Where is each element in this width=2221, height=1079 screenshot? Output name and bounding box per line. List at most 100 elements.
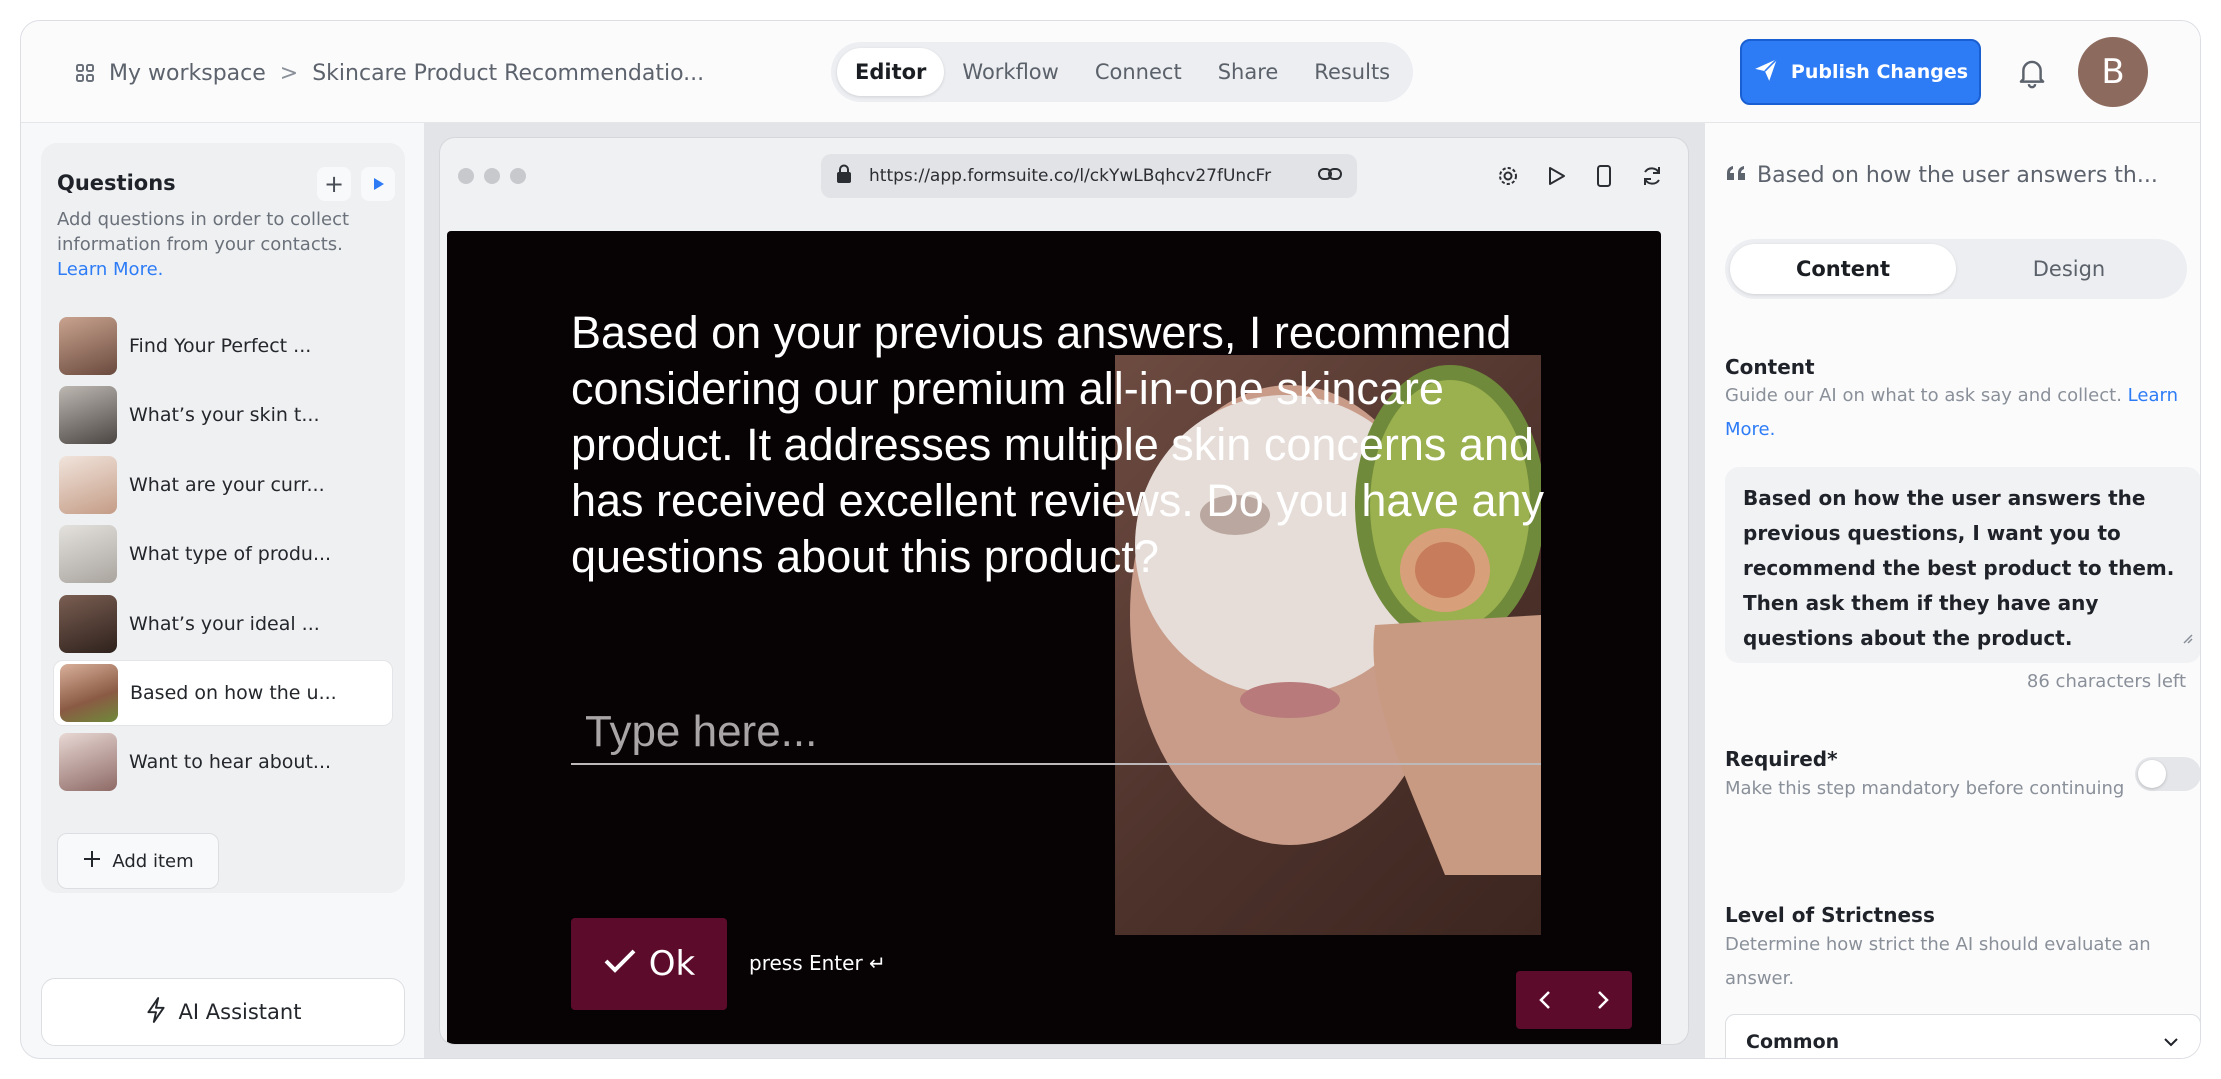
checkmark-icon (603, 944, 637, 984)
user-avatar[interactable]: B (2078, 37, 2148, 107)
copy-link-icon[interactable] (1317, 164, 1343, 189)
question-item-label: What are your curr... (129, 473, 325, 496)
questions-description: Add questions in order to collect inform… (57, 207, 387, 282)
questions-description-text: Add questions in order to collect inform… (57, 209, 350, 255)
question-item-3[interactable]: What are your curr... (53, 452, 393, 518)
chevron-left-icon[interactable] (1516, 971, 1574, 1029)
workspace-grid-icon (75, 63, 95, 83)
settings-title: Based on how the user answers th... (1725, 163, 2158, 188)
question-list: Find Your Perfect ... What’s your skin t… (53, 313, 393, 799)
window-dots (458, 168, 526, 184)
question-item-label: What’s your ideal ... (129, 612, 320, 635)
add-item-label: Add item (112, 850, 194, 872)
main-nav: Editor Workflow Connect Share Results (831, 42, 1413, 102)
window-dot (510, 168, 526, 184)
question-item-label: Based on how the u... (130, 681, 337, 704)
app-window: My workspace > Skincare Product Recommen… (20, 20, 2201, 1059)
ok-button[interactable]: Ok (571, 918, 727, 1010)
breadcrumb: My workspace > Skincare Product Recommen… (75, 57, 704, 89)
ai-assistant-button[interactable]: AI Assistant (41, 978, 405, 1046)
url-text: https://app.formsuite.co/l/ckYwLBqhcv27f… (869, 166, 1272, 186)
question-item-label: Find Your Perfect ... (129, 335, 312, 357)
question-item-5[interactable]: What’s your ideal ... (53, 591, 393, 657)
question-item-label: Want to hear about... (129, 751, 332, 774)
lock-icon (835, 164, 853, 189)
add-item-button[interactable]: Add item (57, 833, 219, 889)
content-help: Guide our AI on what to ask say and coll… (1725, 379, 2185, 447)
top-header: My workspace > Skincare Product Recommen… (21, 21, 2200, 123)
required-label: Required* (1725, 747, 1838, 771)
question-text: Based on your previous answers, I recomm… (571, 307, 1545, 582)
tab-editor[interactable]: Editor (837, 48, 945, 96)
question-item-label: What type of produ... (129, 543, 332, 566)
characters-left-counter: 86 characters left (2026, 671, 2186, 692)
resize-handle-icon[interactable] (2181, 620, 2193, 655)
url-bar[interactable]: https://app.formsuite.co/l/ckYwLBqhcv27f… (821, 154, 1357, 198)
strictness-help: Determine how strict the AI should evalu… (1725, 934, 2151, 989)
required-help: Make this step mandatory before continui… (1725, 778, 2125, 799)
question-item-6[interactable]: Based on how the u... (53, 659, 393, 726)
questions-title: Questions (57, 171, 176, 195)
add-question-plus-icon[interactable]: + (317, 167, 351, 201)
tab-connect[interactable]: Connect (1077, 48, 1200, 96)
window-dot (458, 168, 474, 184)
question-item-1[interactable]: Find Your Perfect ... (53, 313, 393, 379)
answer-input[interactable] (571, 701, 1541, 765)
settings-panel: Based on how the user answers th... Cont… (1705, 123, 2200, 1058)
tab-results[interactable]: Results (1296, 48, 1408, 96)
ok-label: Ok (648, 944, 696, 984)
paper-plane-icon (1753, 57, 1779, 88)
strictness-selected-value: Common (1746, 1031, 1840, 1053)
content-help-text: Guide our AI on what to ask say and coll… (1725, 385, 2122, 406)
strictness-label: Level of Strictness (1725, 903, 1935, 927)
refresh-icon[interactable] (1636, 160, 1668, 192)
question-item-2[interactable]: What’s your skin t... (53, 382, 393, 448)
learn-more-link[interactable]: Learn More. (57, 259, 163, 280)
gear-icon[interactable] (1492, 160, 1524, 192)
required-toggle[interactable] (2135, 757, 2200, 791)
preview-toolbar (1492, 160, 1668, 192)
question-item-7[interactable]: Want to hear about... (53, 729, 393, 795)
content-textarea-value: Based on how the user answers the previo… (1743, 486, 2175, 650)
question-thumbnail (59, 455, 117, 514)
question-thumbnail (60, 663, 118, 722)
preview-browser-frame: https://app.formsuite.co/l/ckYwLBqhcv27f… (439, 137, 1689, 1045)
question-thumbnail (59, 317, 117, 375)
window-dot (484, 168, 500, 184)
tab-content[interactable]: Content (1730, 244, 1956, 294)
strictness-select[interactable]: Common (1725, 1014, 2200, 1058)
ai-assistant-label: AI Assistant (178, 1000, 302, 1024)
breadcrumb-workspace[interactable]: My workspace (109, 61, 266, 86)
settings-title-text: Based on how the user answers th... (1757, 163, 2158, 188)
quote-icon (1725, 163, 1747, 188)
play-preview-icon[interactable] (361, 167, 395, 201)
tab-share[interactable]: Share (1200, 48, 1297, 96)
lightning-icon (145, 996, 167, 1028)
chevron-down-icon (2162, 1031, 2180, 1053)
mobile-device-icon[interactable] (1588, 160, 1620, 192)
questions-panel: Questions + Add questions in order to co… (41, 143, 405, 893)
plus-icon (82, 849, 102, 874)
content-textarea[interactable]: Based on how the user answers the previo… (1725, 467, 2200, 663)
notifications-bell-icon[interactable] (2012, 53, 2052, 93)
question-thumbnail (59, 733, 117, 792)
play-icon[interactable] (1540, 160, 1572, 192)
form-preview-stage: Based on your previous answers, I recomm… (447, 231, 1661, 1044)
question-thumbnail (59, 594, 117, 653)
tab-design[interactable]: Design (1956, 244, 2182, 294)
content-label: Content (1725, 355, 1815, 379)
breadcrumb-separator: > (279, 60, 299, 86)
question-thumbnail (59, 525, 117, 584)
publish-changes-label: Publish Changes (1790, 61, 1969, 83)
question-item-label: What’s your skin t... (129, 404, 320, 427)
question-item-4[interactable]: What type of produ... (53, 521, 393, 587)
breadcrumb-form-name[interactable]: Skincare Product Recommendatio... (312, 61, 704, 86)
settings-tabs: Content Design (1725, 239, 2187, 299)
press-enter-hint: press Enter ↵ (749, 951, 886, 975)
chevron-right-icon[interactable] (1574, 971, 1632, 1029)
question-nav-arrows (1516, 971, 1632, 1029)
tab-workflow[interactable]: Workflow (944, 48, 1076, 96)
question-thumbnail (59, 386, 117, 445)
publish-changes-button[interactable]: Publish Changes (1740, 39, 1981, 105)
toggle-knob (2138, 760, 2166, 788)
